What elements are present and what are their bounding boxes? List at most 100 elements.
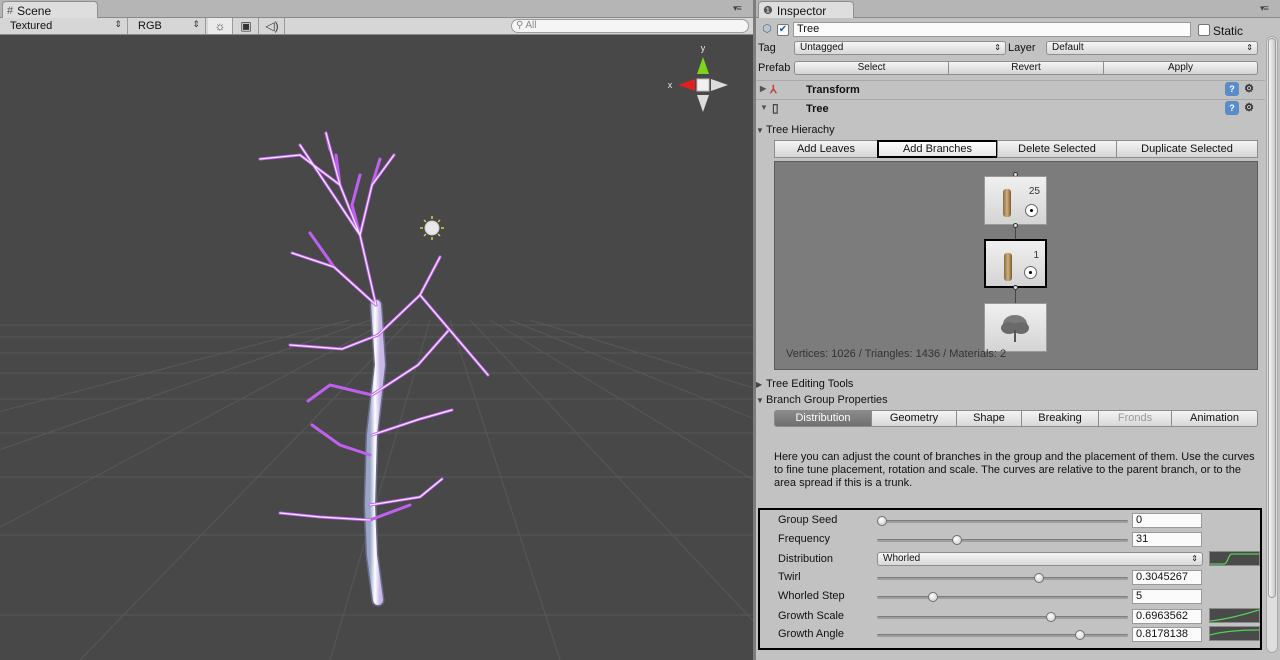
info-icon: ❶ — [763, 5, 773, 17]
document-icon: ▯ — [772, 101, 779, 115]
slider-thumb[interactable] — [877, 516, 887, 526]
duplicate-selected-button[interactable]: Duplicate Selected — [1116, 140, 1258, 158]
branch-icon — [1003, 189, 1011, 217]
growth-scale-slider[interactable] — [877, 612, 1128, 622]
panel-menu-icon[interactable]: ▾≡ — [733, 3, 742, 14]
search-field[interactable]: ⚲ All — [511, 19, 749, 33]
branch-group-properties-foldout[interactable]: ▼ Branch Group Properties — [756, 394, 888, 406]
component-tree-header[interactable]: ▼ ▯ Tree ? ⚙ — [756, 99, 1265, 118]
slider-thumb[interactable] — [1033, 573, 1044, 583]
distribution-curve[interactable] — [1209, 551, 1260, 566]
prefab-select-button[interactable]: Select — [794, 61, 949, 75]
gear-icon[interactable]: ⚙ — [1242, 101, 1256, 115]
prop-growth-angle-label: Growth Angle — [778, 628, 845, 640]
distribution-value: Whorled — [883, 553, 921, 564]
prefab-apply-button[interactable]: Apply — [1103, 61, 1258, 75]
slider-thumb[interactable] — [951, 535, 962, 545]
scene-view-canvas[interactable]: y x — [0, 35, 753, 660]
branch-icon — [1004, 253, 1012, 281]
group-seed-field[interactable]: 0 — [1132, 513, 1202, 528]
tree-hierarchy-graph[interactable]: 25 1 Vertices: 1026 / Triangles: 1436 / … — [774, 161, 1258, 370]
tab-animation[interactable]: Animation — [1171, 410, 1258, 427]
distribution-help-text: Here you can adjust the count of branche… — [774, 451, 1255, 489]
tab-inspector[interactable]: ❶ Inspector — [758, 1, 854, 18]
growth-scale-curve[interactable] — [1209, 608, 1260, 623]
visibility-toggle-icon[interactable] — [1025, 204, 1038, 217]
dropdown-arrow-icon: ⇕ — [1191, 554, 1198, 563]
visibility-toggle-icon[interactable] — [1024, 266, 1037, 279]
tab-fronds: Fronds — [1098, 410, 1172, 427]
tree-hierarchy-foldout[interactable]: ▼ Tree Hierachy — [756, 124, 835, 136]
sun-icon: ☼ — [214, 19, 226, 33]
twirl-slider[interactable] — [877, 573, 1128, 583]
active-checkbox[interactable]: ✔ — [777, 24, 789, 36]
connector-dot — [1013, 223, 1018, 228]
scene-audio-toggle[interactable]: ◁) — [260, 18, 285, 34]
prop-growth-scale-label: Growth Scale — [778, 610, 845, 622]
help-book-icon[interactable]: ? — [1225, 82, 1239, 96]
slider-thumb[interactable] — [1074, 630, 1085, 640]
growth-angle-curve[interactable] — [1209, 626, 1260, 641]
hierarchy-node-tree-root[interactable] — [984, 303, 1047, 352]
tab-breaking[interactable]: Breaking — [1021, 410, 1099, 427]
search-icon: ⚲ — [516, 20, 524, 31]
add-branches-button[interactable]: Add Branches — [877, 140, 998, 158]
hierarchy-node-branch-group-selected[interactable]: 1 — [984, 239, 1047, 288]
color-mode-dropdown[interactable]: RGB ⇕ — [128, 18, 206, 34]
render-mode-dropdown[interactable]: Textured ⇕ — [0, 18, 128, 34]
growth-scale-field[interactable]: 0.6963562 — [1132, 609, 1202, 624]
scene-viewport[interactable]: y x — [0, 35, 753, 660]
gameobject-icon: ⬡ — [762, 23, 772, 35]
image-icon: ▣ — [240, 19, 252, 33]
tag-dropdown[interactable]: Untagged ⇕ — [794, 41, 1006, 55]
hierarchy-node-branch-group-top[interactable]: 25 — [984, 176, 1047, 225]
svg-text:y: y — [701, 43, 706, 53]
tree-editing-tools-label: Tree Editing Tools — [766, 378, 854, 390]
tab-distribution[interactable]: Distribution — [774, 410, 872, 427]
prop-frequency-label: Frequency — [778, 533, 830, 545]
collapsed-triangle-icon: ▶ — [756, 380, 763, 389]
frequency-slider[interactable] — [877, 535, 1128, 545]
panel-menu-icon[interactable]: ▾≡ — [1260, 3, 1269, 14]
tree-editing-tools-foldout[interactable]: ▶ Tree Editing Tools — [756, 378, 853, 390]
growth-angle-slider[interactable] — [877, 630, 1128, 640]
help-book-icon[interactable]: ? — [1225, 101, 1239, 115]
tab-scene-label: Scene — [17, 3, 52, 18]
whorled-step-field[interactable]: 5 — [1132, 589, 1202, 604]
gear-icon[interactable]: ⚙ — [1242, 82, 1256, 96]
scrollbar-thumb[interactable] — [1268, 38, 1276, 598]
delete-selected-button[interactable]: Delete Selected — [997, 140, 1117, 158]
scene-lighting-toggle[interactable]: ☼ — [208, 18, 233, 34]
layer-dropdown[interactable]: Default ⇕ — [1046, 41, 1258, 55]
scene-image-toggle[interactable]: ▣ — [234, 18, 259, 34]
expanded-triangle-icon: ▼ — [756, 396, 764, 405]
search-placeholder: All — [525, 20, 537, 31]
whorled-step-slider[interactable] — [877, 592, 1128, 602]
expanded-triangle-icon: ▼ — [760, 103, 768, 112]
prop-whorled-step-label: Whorled Step — [778, 590, 845, 602]
add-leaves-button[interactable]: Add Leaves — [774, 140, 878, 158]
tab-shape[interactable]: Shape — [956, 410, 1022, 427]
frequency-field[interactable]: 31 — [1132, 532, 1202, 547]
inspector-tabbar: ❶ Inspector ▾≡ — [756, 0, 1280, 18]
dropdown-arrow-icon: ⇕ — [994, 43, 1001, 52]
static-checkbox[interactable] — [1198, 24, 1210, 36]
svg-text:x: x — [668, 80, 673, 90]
object-name-field[interactable]: Tree — [793, 22, 1191, 37]
slider-thumb[interactable] — [927, 592, 938, 602]
dropdown-arrow-icon: ⇕ — [192, 19, 200, 29]
tab-geometry[interactable]: Geometry — [871, 410, 957, 427]
group-seed-slider[interactable] — [877, 516, 1128, 526]
tab-scene[interactable]: # Scene — [2, 1, 98, 18]
twirl-field[interactable]: 0.3045267 — [1132, 570, 1202, 585]
slider-thumb[interactable] — [1045, 612, 1056, 622]
inspector-scrollbar[interactable] — [1266, 36, 1278, 653]
component-transform-header[interactable]: ▶ ⅄ Transform ? ⚙ — [756, 80, 1265, 99]
growth-angle-field[interactable]: 0.8178138 — [1132, 627, 1202, 642]
prefab-revert-button[interactable]: Revert — [948, 61, 1104, 75]
layer-label: Layer — [1008, 42, 1036, 54]
tag-label: Tag — [758, 42, 776, 54]
distribution-dropdown[interactable]: Whorled ⇕ — [877, 552, 1203, 566]
tree-silhouette-icon — [1001, 315, 1029, 342]
distribution-properties: Group Seed 0 Frequency 31 Distribution W… — [758, 508, 1262, 650]
